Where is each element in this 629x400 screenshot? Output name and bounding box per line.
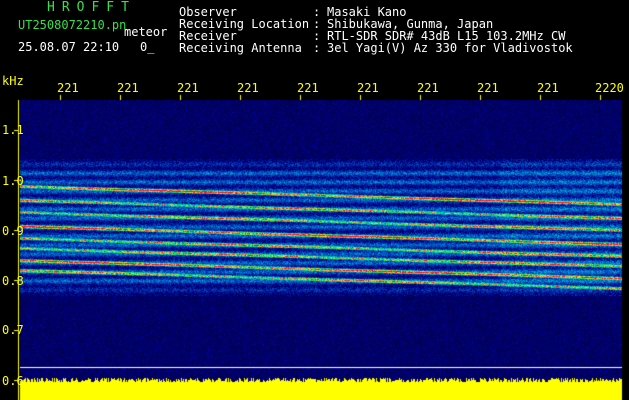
spectrogram-canvas — [0, 0, 629, 400]
y-axis-unit: kHz — [2, 74, 24, 88]
app-brand: HROFFT — [47, 0, 136, 15]
x-tick-label: 221 — [177, 81, 199, 95]
file-name: UT2508072210.pn — [18, 18, 127, 32]
meteor-count: 0_ — [140, 40, 155, 54]
x-tick-label: 221 — [477, 81, 499, 95]
y-tick-label: 0.9 — [2, 224, 24, 238]
x-tick-label: 2220 — [595, 81, 624, 95]
station-sep: : — [313, 41, 321, 55]
x-tick-label: 221 — [117, 81, 139, 95]
x-tick-label: 221 — [417, 81, 439, 95]
x-tick-label: 221 — [357, 81, 379, 95]
y-tick-label: 0.8 — [2, 274, 24, 288]
hrofft-window: HROFFT UT2508072210.pn meteor 25.08.07 2… — [0, 0, 629, 400]
x-tick-label: 221 — [537, 81, 559, 95]
station-value-antenna: 3el Yagi(V) Az 330 for Vladivostok — [327, 41, 573, 55]
y-tick-label: 0.7 — [2, 323, 24, 337]
date-time: 25.08.07 22:10 — [18, 40, 120, 54]
x-tick-label: 221 — [237, 81, 259, 95]
station-key-antenna: Receiving Antenna — [179, 41, 302, 55]
meteor-label: meteor — [124, 25, 168, 39]
x-tick-label: 221 — [57, 81, 79, 95]
y-tick-label: 1.1 — [2, 123, 24, 137]
y-tick-label: 1.0 — [2, 174, 24, 188]
y-tick-label: 0.6 — [2, 374, 24, 388]
x-tick-label: 221 — [297, 81, 319, 95]
